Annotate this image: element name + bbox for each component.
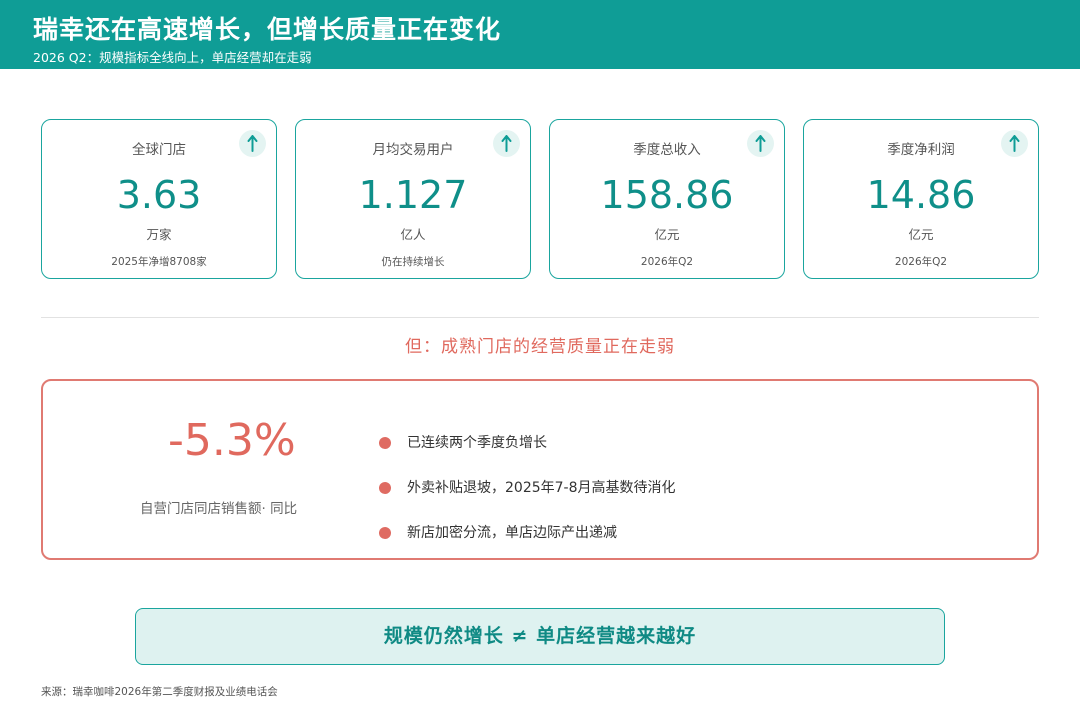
page-subtitle: 2026 Q2：规模指标全线向上，单店经营却在走弱 xyxy=(33,50,312,65)
kpi-card-monthly-users: 月均交易用户 1.127 亿人 仍在持续增长 xyxy=(295,119,531,279)
alert-heading: 但：成熟门店的经营质量正在走弱 xyxy=(405,337,675,357)
alert-bullet-list: 已连续两个季度负增长 外卖补贴退坡，2025年7-8月高基数待消化 新店加密分流… xyxy=(379,431,676,566)
kpi-value: 158.86 xyxy=(600,173,734,217)
source-note: 来源：瑞幸咖啡2026年第二季度财报及业绩电话会 xyxy=(41,686,278,698)
kpi-note: 仍在持续增长 xyxy=(381,256,445,268)
arrow-up-icon xyxy=(493,130,520,157)
kpi-unit: 亿人 xyxy=(400,227,426,242)
same-store-sales-label: 自营门店同店销售额· 同比 xyxy=(140,501,298,517)
arrow-up-icon xyxy=(1001,130,1028,157)
arrow-up-icon xyxy=(239,130,266,157)
kpi-value: 1.127 xyxy=(358,173,468,217)
alert-bullet-text: 外卖补贴退坡，2025年7-8月高基数待消化 xyxy=(407,480,676,496)
kpi-note: 2025年净增8708家 xyxy=(111,256,207,268)
arrow-up-icon xyxy=(747,130,774,157)
alert-bullet: 新店加密分流，单店边际产出递减 xyxy=(379,521,676,566)
bullet-dot-icon xyxy=(379,437,391,449)
kpi-unit: 万家 xyxy=(146,227,172,242)
kpi-unit: 亿元 xyxy=(654,227,680,242)
kpi-card-quarterly-revenue: 季度总收入 158.86 亿元 2026年Q2 xyxy=(549,119,785,279)
kpi-value: 14.86 xyxy=(866,173,976,217)
alert-bullet-text: 已连续两个季度负增长 xyxy=(407,435,547,451)
kpi-card-global-stores: 全球门店 3.63 万家 2025年净增8708家 xyxy=(41,119,277,279)
kpi-note: 2026年Q2 xyxy=(894,256,948,268)
section-divider xyxy=(41,317,1039,318)
kpi-card-quarterly-net-profit: 季度净利润 14.86 亿元 2026年Q2 xyxy=(803,119,1039,279)
bullet-dot-icon xyxy=(379,527,391,539)
bullet-dot-icon xyxy=(379,482,391,494)
page-header: 瑞幸还在高速增长，但增长质量正在变化 2026 Q2：规模指标全线向上，单店经营… xyxy=(0,0,1080,69)
same-store-sales-value: -5.3% xyxy=(168,415,296,466)
alert-bullet: 外卖补贴退坡，2025年7-8月高基数待消化 xyxy=(379,476,676,521)
kpi-unit: 亿元 xyxy=(908,227,934,242)
kpi-note: 2026年Q2 xyxy=(640,256,694,268)
alert-panel: -5.3% 自营门店同店销售额· 同比 已连续两个季度负增长 外卖补贴退坡，20… xyxy=(41,379,1039,560)
page-title: 瑞幸还在高速增长，但增长质量正在变化 xyxy=(33,15,502,44)
kpi-value: 3.63 xyxy=(116,173,202,217)
conclusion-banner: 规模仍然增长 ≠ 单店经营越来越好 xyxy=(135,608,945,665)
alert-bullet: 已连续两个季度负增长 xyxy=(379,431,676,476)
alert-bullet-text: 新店加密分流，单店边际产出递减 xyxy=(407,525,617,541)
